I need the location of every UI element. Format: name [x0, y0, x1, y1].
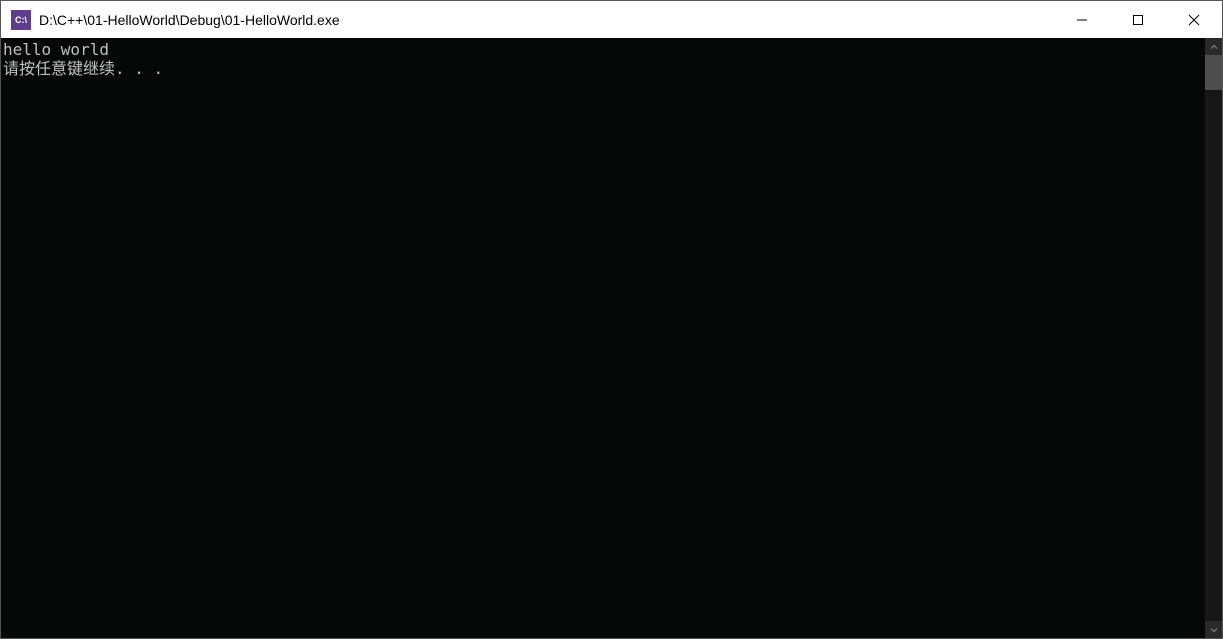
maximize-button[interactable] — [1110, 1, 1166, 38]
app-icon-text: C:\ — [15, 15, 27, 25]
chevron-down-icon — [1210, 626, 1218, 634]
maximize-icon — [1132, 14, 1144, 26]
scrollbar-thumb[interactable] — [1205, 55, 1222, 90]
terminal-output[interactable]: hello world请按任意键继续. . . — [1, 38, 1205, 638]
terminal-line: hello world — [3, 40, 1205, 59]
window-controls — [1054, 1, 1222, 38]
close-icon — [1188, 14, 1200, 26]
scrollbar-up-button[interactable] — [1205, 38, 1222, 55]
terminal-line: 请按任意键继续. . . — [3, 59, 1205, 78]
scrollbar-down-button[interactable] — [1205, 621, 1222, 638]
content-area: hello world请按任意键继续. . . — [1, 38, 1222, 638]
minimize-button[interactable] — [1054, 1, 1110, 38]
close-button[interactable] — [1166, 1, 1222, 38]
titlebar[interactable]: C:\ D:\C++\01-HelloWorld\Debug\01-HelloW… — [1, 1, 1222, 38]
vertical-scrollbar[interactable] — [1205, 38, 1222, 638]
console-window: C:\ D:\C++\01-HelloWorld\Debug\01-HelloW… — [0, 0, 1223, 639]
app-icon: C:\ — [11, 10, 31, 30]
chevron-up-icon — [1210, 43, 1218, 51]
scrollbar-track[interactable] — [1205, 55, 1222, 621]
minimize-icon — [1076, 14, 1088, 26]
window-title: D:\C++\01-HelloWorld\Debug\01-HelloWorld… — [39, 12, 1054, 28]
